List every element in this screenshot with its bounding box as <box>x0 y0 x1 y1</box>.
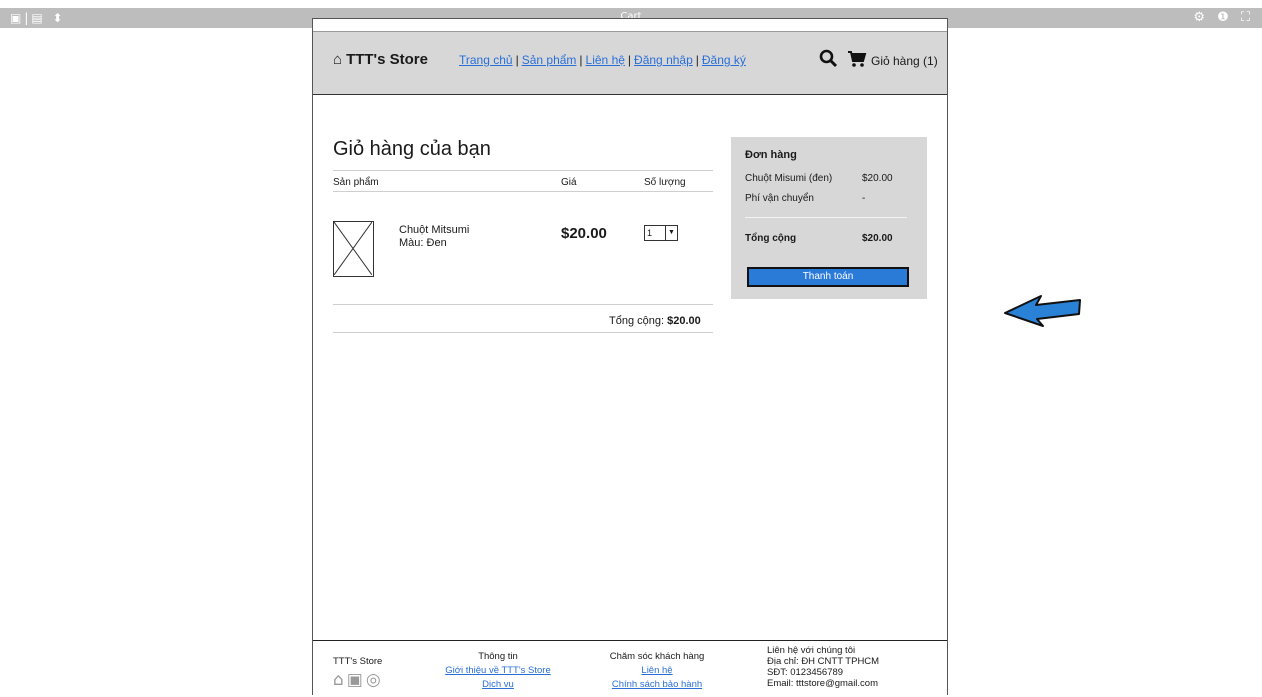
footer-info-title: Thông tin <box>478 651 518 662</box>
search-icon[interactable] <box>819 49 838 73</box>
order-shipping-value: - <box>862 193 866 204</box>
social-icons: ⌂▣◎ <box>333 670 384 690</box>
col-qty-header: Số lượng <box>644 177 686 188</box>
browser-frame: ⌂ TTT's Store Trang chủ | Sản phẩm | Liên hệ |… <box>312 18 948 695</box>
site-logo[interactable]: ⌂ TTT's Store <box>333 51 428 68</box>
logo-text: TTT's Store <box>346 51 428 68</box>
cart-item-price: $20.00 <box>561 225 607 242</box>
footer-link-contact[interactable]: Liên hệ <box>641 665 672 676</box>
nav-products[interactable]: Sản phẩm <box>522 53 577 67</box>
facebook-icon[interactable]: ▣ <box>347 670 366 690</box>
footer-link-services[interactable]: Dịch vụ <box>482 679 514 690</box>
nav-contact[interactable]: Liên hệ <box>586 53 625 67</box>
footer-contact-title: Liên hệ với chúng tôi <box>767 645 856 656</box>
footer-link-about[interactable]: Giới thiệu về TTT's Store <box>445 665 551 676</box>
divider <box>333 191 713 192</box>
home-icon: ⌂ <box>333 51 343 68</box>
order-title: Đơn hàng <box>745 149 797 161</box>
footer-email: Email: tttstore@gmail.com <box>767 678 879 689</box>
divider <box>333 170 713 171</box>
quantity-select[interactable]: 1 ▼ <box>644 225 678 241</box>
editor-settings-icons[interactable]: ⚙ ❶ ⛶ <box>1193 10 1254 25</box>
quantity-value: 1 <box>647 228 653 238</box>
checkout-button[interactable]: Thanh toán <box>747 267 909 287</box>
cart-item-name[interactable]: Chuột Mitsumi <box>399 224 469 237</box>
col-price-header: Giá <box>561 177 577 188</box>
page-title: Giỏ hàng của bạn <box>333 138 491 160</box>
footer-care: Chăm sóc khách hàng Liên hệ Chính sách b… <box>597 651 717 690</box>
annotation-arrow-icon <box>1003 292 1083 332</box>
nav-home[interactable]: Trang chủ <box>459 53 513 67</box>
order-item-label: Chuột Misumi (đen) <box>745 173 833 184</box>
order-total-value: $20.00 <box>862 233 893 244</box>
cart-count-label[interactable]: Giỏ hàng (1) <box>871 54 938 68</box>
cart-total-value: $20.00 <box>667 315 701 327</box>
divider <box>745 217 907 218</box>
product-image-placeholder <box>333 221 374 277</box>
order-total-label: Tổng cộng <box>745 233 797 244</box>
order-shipping-label: Phí vận chuyển <box>745 193 814 204</box>
cart-total-label: Tổng cộng: <box>609 315 668 327</box>
cart-icon[interactable] <box>847 50 867 72</box>
footer-address: Địa chỉ: ĐH CNTT TPHCM <box>767 656 880 667</box>
cart-total: Tổng cộng: $20.00 <box>609 315 701 327</box>
footer-care-title: Chăm sóc khách hàng <box>609 651 705 662</box>
footer-brand: TTT's Store <box>333 656 383 667</box>
nav-register[interactable]: Đăng ký <box>702 53 746 67</box>
col-product-header: Sản phẩm <box>333 177 379 188</box>
site-footer: TTT's Store ⌂▣◎ Thông tin Giới thiệu về … <box>313 640 947 697</box>
cart-item-color: Màu: Đen <box>399 237 447 249</box>
nav-login[interactable]: Đăng nhập <box>634 53 693 67</box>
footer-link-warranty[interactable]: Chính sách bảo hành <box>612 679 702 690</box>
order-summary-panel: Đơn hàng Chuột Misumi (đen) $20.00 Phí v… <box>731 137 927 299</box>
home-icon[interactable]: ⌂ <box>333 670 347 690</box>
order-item-value: $20.00 <box>862 173 893 184</box>
divider <box>333 304 713 305</box>
site-header: ⌂ TTT's Store Trang chủ | Sản phẩm | Liên hệ |… <box>313 31 947 95</box>
divider <box>333 332 713 333</box>
footer-info: Thông tin Giới thiệu về TTT's Store Dịch… <box>433 651 563 690</box>
footer-phone: SĐT: 0123456789 <box>767 667 844 678</box>
footer-contact: Liên hệ với chúng tôi Địa chỉ: ĐH CNTT T… <box>767 645 879 689</box>
main-nav: Trang chủ | Sản phẩm | Liên hệ | Đăng nhập | Đăn… <box>459 53 746 67</box>
cart-item-info: Chuột Mitsumi Màu: Đen <box>399 224 469 250</box>
instagram-icon[interactable]: ◎ <box>366 670 384 690</box>
chevron-down-icon[interactable]: ▼ <box>665 226 677 240</box>
